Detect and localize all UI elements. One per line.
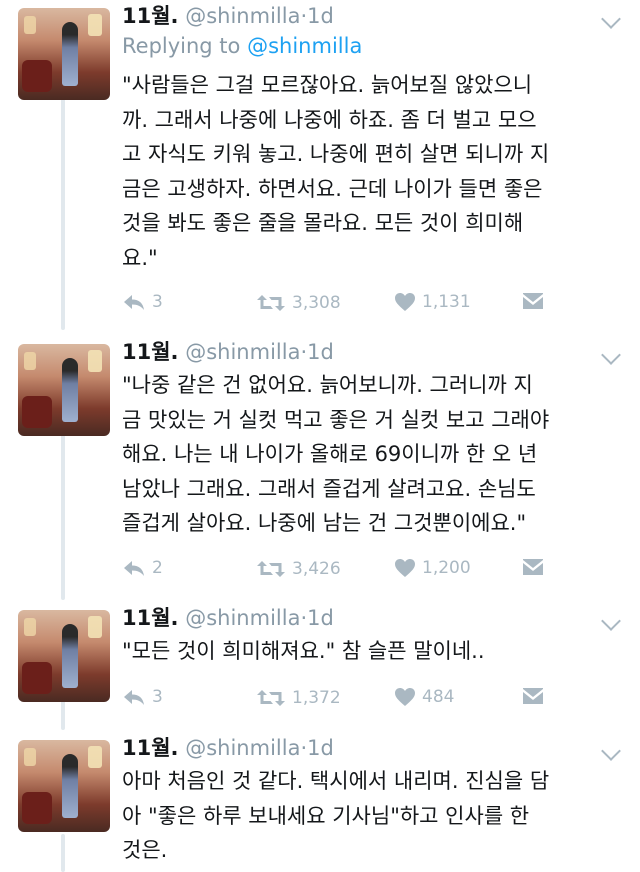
display-name[interactable]: 11월. <box>122 606 179 630</box>
chevron-down-icon[interactable] <box>601 9 621 29</box>
direct-message-button[interactable] <box>522 687 544 707</box>
avatar[interactable] <box>18 610 110 702</box>
chevron-down-icon[interactable] <box>601 611 621 631</box>
display-name[interactable]: 11월. <box>122 736 179 760</box>
timestamp[interactable]: 1d <box>307 736 334 760</box>
avatar[interactable] <box>18 344 110 436</box>
user-handle[interactable]: @shinmilla <box>185 340 300 364</box>
reply-button[interactable]: 3 <box>122 687 163 707</box>
tweet-actions: 2 3,426 1,200 <box>122 558 622 584</box>
tweet-text: "나중 같은 건 없어요. 늙어보니까. 그러니까 지 금 맛있는 거 실컷 먹… <box>122 373 550 535</box>
tweet-header: 11월. @shinmilla·1d <box>122 732 334 762</box>
tweet-actions: 3 3,308 1,131 <box>122 292 622 318</box>
reply-button[interactable]: 2 <box>122 558 163 578</box>
direct-message-icon <box>523 688 543 704</box>
timestamp[interactable]: 1d <box>307 4 334 28</box>
user-handle[interactable]: @shinmilla <box>185 606 300 630</box>
retweet-icon <box>257 561 285 577</box>
replying-to: Replying to @shinmilla <box>122 34 362 58</box>
display-name[interactable]: 11월. <box>122 340 179 364</box>
like-icon <box>395 559 415 577</box>
retweet-count: 1,372 <box>292 688 341 708</box>
like-count: 484 <box>422 687 455 707</box>
reply-count: 3 <box>152 292 163 312</box>
retweet-button[interactable]: 3,426 <box>256 558 341 580</box>
direct-message-button[interactable] <box>522 558 544 578</box>
retweet-count: 3,426 <box>292 559 341 579</box>
tweet-header: 11월. @shinmilla·1d <box>122 336 334 366</box>
like-button[interactable]: 1,200 <box>394 558 471 578</box>
avatar[interactable] <box>18 740 110 832</box>
user-handle[interactable]: @shinmilla <box>185 736 300 760</box>
reply-icon <box>124 295 144 310</box>
like-button[interactable]: 484 <box>394 687 454 707</box>
direct-message-button[interactable] <box>522 292 544 312</box>
tweet-text: 아마 처음인 것 같다. 택시에서 내리며. 진심을 담 아 "좋은 하루 보내… <box>122 769 550 862</box>
tweet-actions: 3 1,372 484 <box>122 687 622 713</box>
like-icon <box>395 688 415 706</box>
display-name[interactable]: 11월. <box>122 4 179 28</box>
tweet[interactable]: 11월. @shinmilla·1d "나중 같은 건 없어요. 늙어보니까. … <box>0 340 640 592</box>
tweet[interactable]: 11월. @shinmilla·1d Replying to @shinmill… <box>0 4 640 326</box>
like-button[interactable]: 1,131 <box>394 292 471 312</box>
timestamp[interactable]: 1d <box>307 340 334 364</box>
like-count: 1,131 <box>422 292 471 312</box>
user-handle[interactable]: @shinmilla <box>185 4 300 28</box>
replying-to-handle[interactable]: @shinmilla <box>247 34 362 58</box>
tweet[interactable]: 11월. @shinmilla·1d "모든 것이 희미해져요." 참 슬픈 말… <box>0 606 640 720</box>
like-icon <box>395 293 415 311</box>
tweet-header: 11월. @shinmilla·1d <box>122 0 334 30</box>
retweet-count: 3,308 <box>292 293 341 313</box>
replying-to-label: Replying to <box>122 34 241 58</box>
tweet[interactable]: 11월. @shinmilla·1d 아마 처음인 것 같다. 택시에서 내리며… <box>0 736 640 872</box>
avatar[interactable] <box>18 8 110 100</box>
timestamp[interactable]: 1d <box>307 606 334 630</box>
chevron-down-icon[interactable] <box>601 741 621 761</box>
like-count: 1,200 <box>422 558 471 578</box>
retweet-icon <box>257 295 285 311</box>
reply-count: 2 <box>152 558 163 578</box>
direct-message-icon <box>523 293 543 309</box>
retweet-button[interactable]: 1,372 <box>256 687 341 709</box>
reply-icon <box>124 690 144 705</box>
tweet-text: "사람들은 그걸 모르잖아요. 늙어보질 않았으니 까. 그래서 나중에 나중에… <box>122 73 550 270</box>
reply-icon <box>124 561 144 576</box>
tweet-header: 11월. @shinmilla·1d <box>122 602 334 632</box>
reply-count: 3 <box>152 687 163 707</box>
reply-button[interactable]: 3 <box>122 292 163 312</box>
chevron-down-icon[interactable] <box>601 345 621 365</box>
retweet-button[interactable]: 3,308 <box>256 292 341 314</box>
tweet-text: "모든 것이 희미해져요." 참 슬픈 말이네.. <box>122 639 485 663</box>
direct-message-icon <box>523 559 543 575</box>
retweet-icon <box>257 690 285 706</box>
